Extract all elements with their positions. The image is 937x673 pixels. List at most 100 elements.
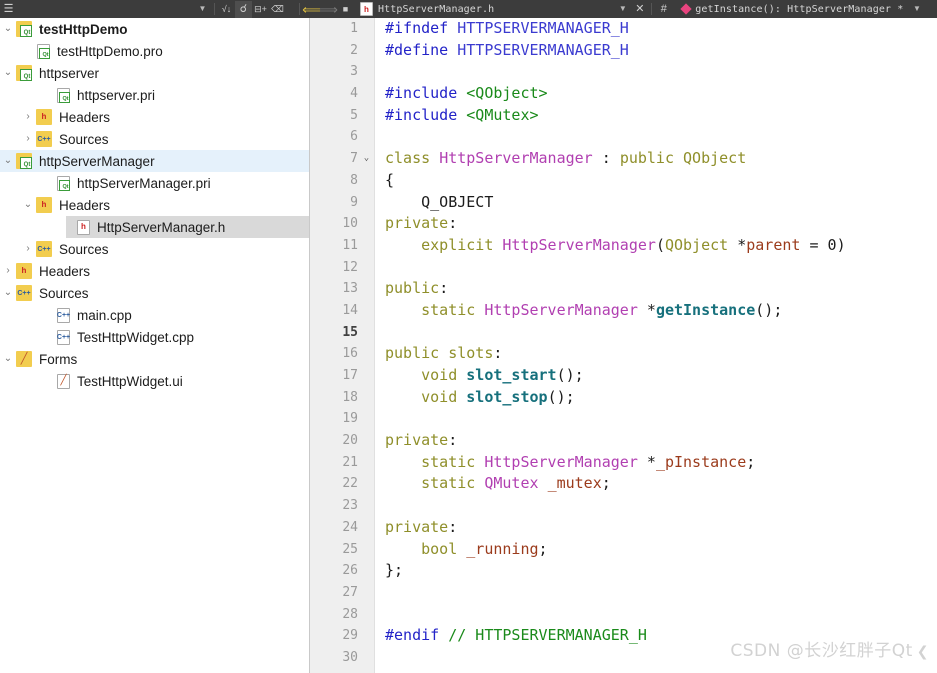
code-line-13[interactable]: 13public: xyxy=(310,278,937,300)
link-sync-icon[interactable]: ☌ xyxy=(235,1,252,18)
tree-item-httpservermanager[interactable]: ⌄ httpServerManager xyxy=(0,150,309,172)
code-line-4[interactable]: 4#include <QObject> xyxy=(310,83,937,105)
code-line-9[interactable]: 9 Q_OBJECT xyxy=(310,192,937,214)
tree-item-httpserver[interactable]: ⌄httpserver xyxy=(0,62,309,84)
chevron-right-icon[interactable]: › xyxy=(20,134,36,144)
tree-item-sources[interactable]: ›C++Sources xyxy=(0,238,309,260)
tree-item-main-cpp[interactable]: C++main.cpp xyxy=(0,304,309,326)
current-symbol-name[interactable]: getInstance(): HttpServerManager * xyxy=(690,4,908,15)
tree-item-forms[interactable]: ⌄╱Forms xyxy=(0,348,309,370)
code-content[interactable]: 1#ifndef HTTPSERVERMANAGER_H2#define HTT… xyxy=(310,18,937,669)
tree-item-label: Forms xyxy=(32,352,77,367)
code-line-20[interactable]: 20private: xyxy=(310,430,937,452)
code-line-26[interactable]: 26}; xyxy=(310,560,937,582)
code-line-23[interactable]: 23 xyxy=(310,495,937,517)
code-line-3[interactable]: 3 xyxy=(310,61,937,83)
code-editor[interactable]: 1#ifndef HTTPSERVERMANAGER_H2#define HTT… xyxy=(310,18,937,673)
history-icon[interactable]: ■ xyxy=(337,1,354,18)
forward-arrow-icon[interactable]: ⟹ xyxy=(320,1,337,18)
tree-item-testhttpdemo[interactable]: ⌄testHttpDemo xyxy=(0,18,309,40)
tree-item-testhttpwidget-cpp[interactable]: C++TestHttpWidget.cpp xyxy=(0,326,309,348)
code-token: _running xyxy=(466,540,538,558)
fold-chevron-down-icon[interactable]: ⌄ xyxy=(361,148,372,170)
tree-item-httpserver-pri[interactable]: httpserver.pri xyxy=(0,84,309,106)
code-line-16[interactable]: 16public slots: xyxy=(310,343,937,365)
tree-item-testhttpwidget-ui[interactable]: ╱TestHttpWidget.ui xyxy=(0,370,309,392)
code-token: HttpServerManager xyxy=(484,301,638,319)
code-line-14[interactable]: 14 static HttpServerManager *getInstance… xyxy=(310,300,937,322)
tree-item-headers[interactable]: ⌄hHeaders xyxy=(0,194,309,216)
watermark-text: CSDN @长沙红胖子Qt xyxy=(730,641,912,661)
line-number: 10 xyxy=(310,213,358,235)
line-number: 9 xyxy=(310,192,358,214)
qt-pri-file-icon xyxy=(57,88,70,103)
code-line-2[interactable]: 2#define HTTPSERVERMANAGER_H xyxy=(310,40,937,62)
line-number: 16 xyxy=(310,343,358,365)
code-line-28[interactable]: 28 xyxy=(310,604,937,626)
line-number: 3 xyxy=(310,61,358,83)
code-token: * xyxy=(728,236,746,254)
tree-item-label: Headers xyxy=(32,264,90,279)
chevron-down-icon[interactable]: ⌄ xyxy=(0,68,16,78)
line-number: 5 xyxy=(310,105,358,127)
back-arrow-icon[interactable]: ⟸ xyxy=(303,1,320,18)
line-number: 27 xyxy=(310,582,358,604)
sources-folder-icon: C++ xyxy=(16,285,32,301)
code-line-22[interactable]: 22 static QMutex _mutex; xyxy=(310,473,937,495)
chevron-down-icon[interactable]: ▼ xyxy=(194,1,211,18)
code-line-18[interactable]: 18 void slot_stop(); xyxy=(310,387,937,409)
tree-item-httpservermanager-h[interactable]: hHttpServerManager.h xyxy=(0,216,309,238)
hash-icon[interactable]: # xyxy=(655,1,672,18)
code-line-1[interactable]: 1#ifndef HTTPSERVERMANAGER_H xyxy=(310,18,937,40)
tree-item-sources[interactable]: ⌄C++Sources xyxy=(0,282,309,304)
chevron-down-icon[interactable]: ⌄ xyxy=(0,288,16,298)
split-add-icon[interactable]: ⊟+ xyxy=(252,1,269,18)
filter-icon[interactable]: √↓ xyxy=(218,1,235,18)
line-number: 7 xyxy=(310,148,358,170)
code-line-17[interactable]: 17 void slot_start(); xyxy=(310,365,937,387)
tree-item-testhttpdemo-pro[interactable]: testHttpDemo.pro xyxy=(0,40,309,62)
code-line-21[interactable]: 21 static HttpServerManager *_pInstance; xyxy=(310,452,937,474)
list-icon[interactable]: ☰ xyxy=(0,1,17,18)
code-token: * xyxy=(638,453,656,471)
code-token: class xyxy=(385,149,439,167)
code-text: static QMutex _mutex; xyxy=(385,473,611,495)
chevron-down-icon[interactable]: ⌄ xyxy=(20,200,36,210)
chevron-down-icon[interactable]: ⌄ xyxy=(0,354,16,364)
symbol-chevron-down-icon[interactable]: ▼ xyxy=(908,1,925,18)
file-chevron-down-icon[interactable]: ▼ xyxy=(614,1,631,18)
code-line-25[interactable]: 25 bool _running; xyxy=(310,539,937,561)
project-tree[interactable]: ⌄testHttpDemo testHttpDemo.pro⌄httpserve… xyxy=(0,18,309,673)
code-token: ( xyxy=(656,236,665,254)
qt-pri-file-icon xyxy=(57,176,70,191)
tree-item-label: httpServerManager xyxy=(32,154,155,169)
code-line-24[interactable]: 24private: xyxy=(310,517,937,539)
code-line-15[interactable]: 15 xyxy=(310,322,937,344)
line-number: 30 xyxy=(310,647,358,669)
tree-item-sources[interactable]: ›C++Sources xyxy=(0,128,309,150)
chevron-down-icon[interactable]: ⌄ xyxy=(0,156,16,166)
code-line-7[interactable]: 7⌄class HttpServerManager : public QObje… xyxy=(310,148,937,170)
chevron-right-icon[interactable]: › xyxy=(20,244,36,254)
code-line-12[interactable]: 12 xyxy=(310,257,937,279)
code-line-6[interactable]: 6 xyxy=(310,126,937,148)
close-icon[interactable]: ✕ xyxy=(631,1,648,18)
chevron-down-icon[interactable]: ⌄ xyxy=(0,24,16,34)
code-line-8[interactable]: 8{ xyxy=(310,170,937,192)
tree-item-httpservermanager-pri[interactable]: httpServerManager.pri xyxy=(0,172,309,194)
code-line-10[interactable]: 10private: xyxy=(310,213,937,235)
code-text: static HttpServerManager *getInstance(); xyxy=(385,300,782,322)
chevron-right-icon[interactable]: › xyxy=(0,266,16,276)
code-line-19[interactable]: 19 xyxy=(310,408,937,430)
code-line-5[interactable]: 5#include <QMutex> xyxy=(310,105,937,127)
chevron-right-icon[interactable]: › xyxy=(20,112,36,122)
line-number: 6 xyxy=(310,126,358,148)
code-line-27[interactable]: 27 xyxy=(310,582,937,604)
tree-item-headers[interactable]: ›hHeaders xyxy=(0,106,309,128)
code-token: slot_stop xyxy=(466,388,547,406)
code-token: getInstance xyxy=(656,301,755,319)
code-line-11[interactable]: 11 explicit HttpServerManager(QObject *p… xyxy=(310,235,937,257)
open-file-name[interactable]: HttpServerManager.h xyxy=(373,4,499,15)
tree-item-headers[interactable]: ›hHeaders xyxy=(0,260,309,282)
minimize-icon[interactable]: ⌫ xyxy=(269,1,286,18)
